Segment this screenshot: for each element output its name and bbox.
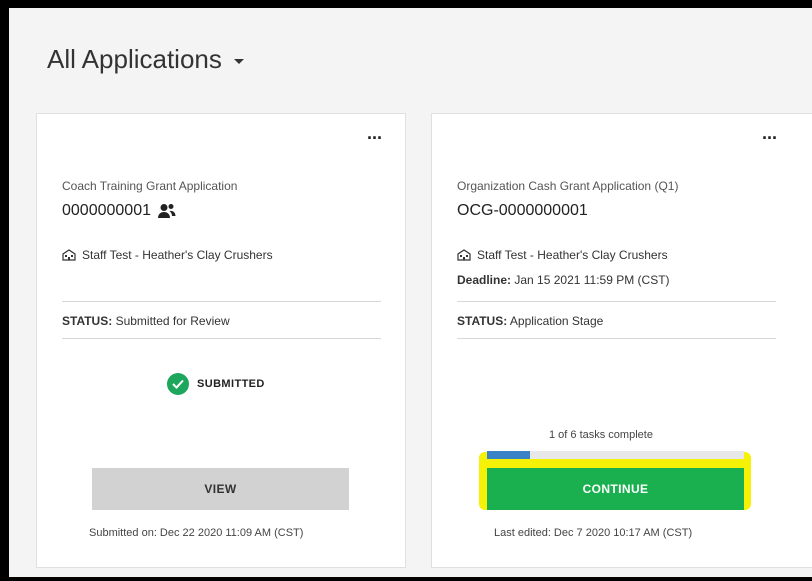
application-card: ··· Coach Training Grant Application 000…: [36, 113, 406, 568]
check-circle-icon: [167, 373, 189, 395]
status-label: STATUS:: [62, 314, 113, 328]
deadline-label: Deadline:: [457, 273, 512, 287]
status-label: STATUS:: [457, 314, 508, 328]
page-title: All Applications: [47, 44, 222, 74]
window-border-left: [0, 0, 9, 581]
organization-name: Staff Test - Heather's Clay Crushers: [82, 248, 273, 262]
deadline-row: Deadline: Jan 15 2021 11:59 PM (CST): [457, 273, 670, 287]
applications-filter-dropdown[interactable]: All Applications: [47, 44, 244, 75]
continue-button[interactable]: CONTINUE: [487, 468, 744, 510]
organization-row: Staff Test - Heather's Clay Crushers: [457, 248, 668, 262]
application-id: 0000000001: [62, 202, 151, 219]
status-row: STATUS: Submitted for Review: [62, 314, 230, 328]
application-id-row: 0000000001: [62, 202, 177, 220]
application-type: Coach Training Grant Application: [62, 179, 238, 193]
more-icon[interactable]: ···: [367, 129, 383, 147]
progress-bar: [487, 451, 744, 459]
status-badge: SUBMITTED: [167, 373, 265, 395]
application-type: Organization Cash Grant Application (Q1): [457, 179, 679, 193]
divider: [62, 301, 381, 302]
divider: [62, 338, 381, 339]
submitted-date: Submitted on: Dec 22 2020 11:09 AM (CST): [89, 527, 304, 539]
badge-label: SUBMITTED: [197, 378, 265, 390]
caret-down-icon: [233, 59, 244, 64]
building-icon: [457, 249, 471, 261]
status-value: Application Stage: [509, 314, 604, 328]
window-border-top: [0, 0, 812, 8]
status-value: Submitted for Review: [115, 314, 230, 328]
building-icon: [62, 249, 76, 261]
tasks-progress-label: 1 of 6 tasks complete: [549, 429, 653, 441]
divider: [457, 301, 776, 302]
last-edited-date: Last edited: Dec 7 2020 10:17 AM (CST): [494, 527, 693, 539]
organization-name: Staff Test - Heather's Clay Crushers: [477, 248, 668, 262]
view-button[interactable]: VIEW: [92, 468, 349, 510]
window-border-bottom: [0, 577, 812, 581]
application-card: ··· Organization Cash Grant Application …: [431, 113, 812, 568]
divider: [457, 338, 776, 339]
organization-row: Staff Test - Heather's Clay Crushers: [62, 248, 273, 262]
progress-fill: [487, 451, 530, 459]
status-row: STATUS: Application Stage: [457, 314, 603, 328]
more-icon[interactable]: ···: [762, 129, 778, 147]
application-id: OCG-0000000001: [457, 202, 588, 219]
deadline-value: Jan 15 2021 11:59 PM (CST): [514, 273, 670, 287]
users-icon: [157, 203, 177, 219]
